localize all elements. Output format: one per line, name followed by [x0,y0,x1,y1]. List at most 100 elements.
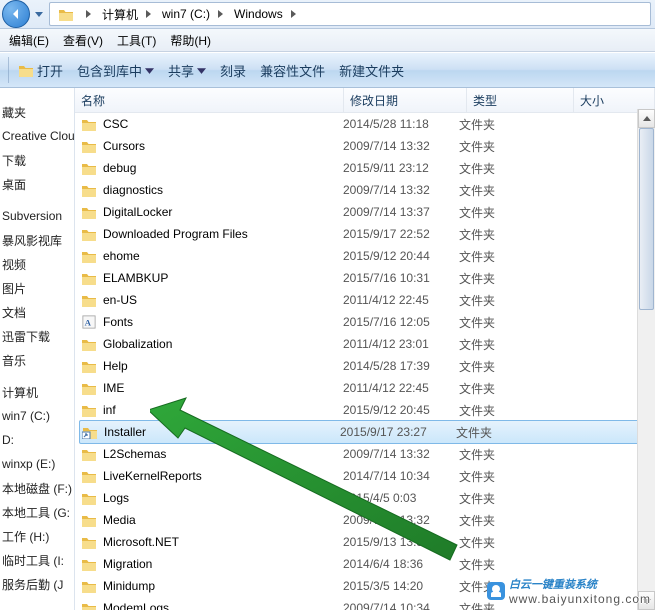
file-name: diagnostics [103,183,163,197]
sidebar-item[interactable]: 计算机 [0,380,74,404]
sidebar-item[interactable]: 桌面 [0,172,74,196]
menu-edit[interactable]: 编辑(E) [2,32,56,49]
breadcrumb-folder[interactable]: Windows [226,3,287,25]
file-row[interactable]: Globalization2011/4/12 23:01文件夹 [75,333,655,355]
include-library-button[interactable]: 包含到库中 [70,53,161,87]
file-row[interactable]: Help2014/5/28 17:39文件夹 [75,355,655,377]
sidebar-item[interactable]: 临时工具 (I: [0,548,74,572]
file-date: 2015/9/11 23:12 [343,161,459,175]
sidebar-item[interactable]: Subversion [0,204,74,228]
sidebar-item[interactable]: 文档 [0,300,74,324]
sidebar-item[interactable]: 本地工具 (G: [0,500,74,524]
file-row[interactable]: inf2015/9/12 20:45文件夹 [75,399,655,421]
file-row[interactable]: L2Schemas2009/7/14 13:32文件夹 [75,443,655,465]
folder-icon [81,447,97,461]
file-row[interactable]: Microsoft.NET2015/9/13 13:50文件夹 [75,531,655,553]
breadcrumb-root-icon[interactable] [50,3,82,25]
sidebar-item[interactable]: win7 (C:) [0,404,74,428]
nav-history-dropdown[interactable] [32,1,45,27]
file-type: 文件夹 [459,358,559,375]
sidebar-item[interactable]: 音乐 [0,348,74,372]
file-name: inf [103,403,116,417]
column-name[interactable]: 名称 [75,88,344,112]
folder-icon [81,579,97,593]
file-date: 2015/7/16 12:05 [343,315,459,329]
breadcrumb-computer[interactable]: 计算机 [94,3,142,25]
file-type: 文件夹 [459,116,559,133]
column-type[interactable]: 类型 [467,88,574,112]
file-row[interactable]: Migration2014/6/4 18:36文件夹 [75,553,655,575]
compat-label: 兼容性文件 [260,61,325,80]
scrollbar[interactable] [637,109,655,610]
nav-back-button[interactable] [2,0,30,28]
share-label: 共享 [168,61,194,80]
file-row[interactable]: Logs2015/4/5 0:03文件夹 [75,487,655,509]
watermark-url: www.baiyunxitong.com [509,592,651,606]
file-row[interactable]: Downloaded Program Files2015/9/17 22:52文… [75,223,655,245]
sidebar-item[interactable]: 迅雷下载 [0,324,74,348]
menu-tools[interactable]: 工具(T) [110,32,163,49]
file-date: 2011/4/12 22:45 [343,381,459,395]
file-row[interactable]: LiveKernelReports2014/7/14 10:34文件夹 [75,465,655,487]
folder-icon [81,601,97,610]
scroll-thumb[interactable] [639,128,654,310]
folder-icon [81,557,97,571]
file-type: 文件夹 [459,468,559,485]
scroll-track[interactable] [638,128,655,591]
file-type: 文件夹 [456,424,556,441]
file-row[interactable]: IME2011/4/12 22:45文件夹 [75,377,655,399]
file-row[interactable]: AFonts2015/7/16 12:05文件夹 [75,311,655,333]
file-row[interactable]: en-US2011/4/12 22:45文件夹 [75,289,655,311]
sidebar-item[interactable]: winxp (E:) [0,452,74,476]
sidebar-item[interactable]: Creative Clou [0,124,74,148]
folder-icon [81,139,97,153]
file-date: 2009/7/14 13:37 [343,205,459,219]
file-row[interactable]: DigitalLocker2009/7/14 13:37文件夹 [75,201,655,223]
file-type: 文件夹 [459,556,559,573]
file-name: ModemLogs [103,601,169,610]
file-date: 2015/7/16 10:31 [343,271,459,285]
file-date: 2014/6/4 18:36 [343,557,459,571]
file-name: Installer [104,425,146,439]
compat-files-button[interactable]: 兼容性文件 [253,53,332,87]
file-name: Fonts [103,315,133,329]
new-folder-button[interactable]: 新建文件夹 [332,53,411,87]
file-type: 文件夹 [459,160,559,177]
column-date[interactable]: 修改日期 [344,88,467,112]
file-row[interactable]: debug2015/9/11 23:12文件夹 [75,157,655,179]
breadcrumb-drive[interactable]: win7 (C:) [154,3,214,25]
sidebar-item[interactable]: 暴风影视库 [0,228,74,252]
file-row[interactable]: CSC2014/5/28 11:18文件夹 [75,113,655,135]
open-button[interactable]: 打开 [11,53,70,87]
file-row[interactable]: Installer2015/9/17 23:27文件夹 [79,420,651,444]
file-date: 2015/9/12 20:44 [343,249,459,263]
folder-icon [81,381,97,395]
file-row[interactable]: Cursors2009/7/14 13:32文件夹 [75,135,655,157]
burn-button[interactable]: 刻录 [213,53,253,87]
breadcrumb[interactable]: 计算机 win7 (C:) Windows [49,2,651,26]
sidebar-item[interactable]: 服务后勤 (J [0,572,74,596]
sidebar-item[interactable]: 视频 [0,252,74,276]
file-row[interactable]: diagnostics2009/7/14 13:32文件夹 [75,179,655,201]
scroll-up-button[interactable] [638,109,655,128]
burn-label: 刻录 [220,61,246,80]
sidebar-item[interactable]: D: [0,428,74,452]
sidebar-item[interactable]: 工作 (H:) [0,524,74,548]
file-name: ehome [103,249,140,263]
sidebar-item[interactable]: 藏夹 [0,100,74,124]
share-button[interactable]: 共享 [161,53,213,87]
file-date: 2014/5/28 11:18 [343,117,459,131]
watermark-logo-icon [487,582,505,600]
sidebar-item[interactable]: 图片 [0,276,74,300]
folder-icon [81,337,97,351]
menu-view[interactable]: 查看(V) [56,32,110,49]
menu-help[interactable]: 帮助(H) [163,32,218,49]
sidebar-item[interactable]: 下载 [0,148,74,172]
sidebar-item[interactable]: 本地磁盘 (F:) [0,476,74,500]
file-date: 2011/4/12 22:45 [343,293,459,307]
file-row[interactable]: Media2009/7/14 13:32文件夹 [75,509,655,531]
file-row[interactable]: ELAMBKUP2015/7/16 10:31文件夹 [75,267,655,289]
file-row[interactable]: ehome2015/9/12 20:44文件夹 [75,245,655,267]
folder-icon [82,425,98,439]
file-type: 文件夹 [459,314,559,331]
